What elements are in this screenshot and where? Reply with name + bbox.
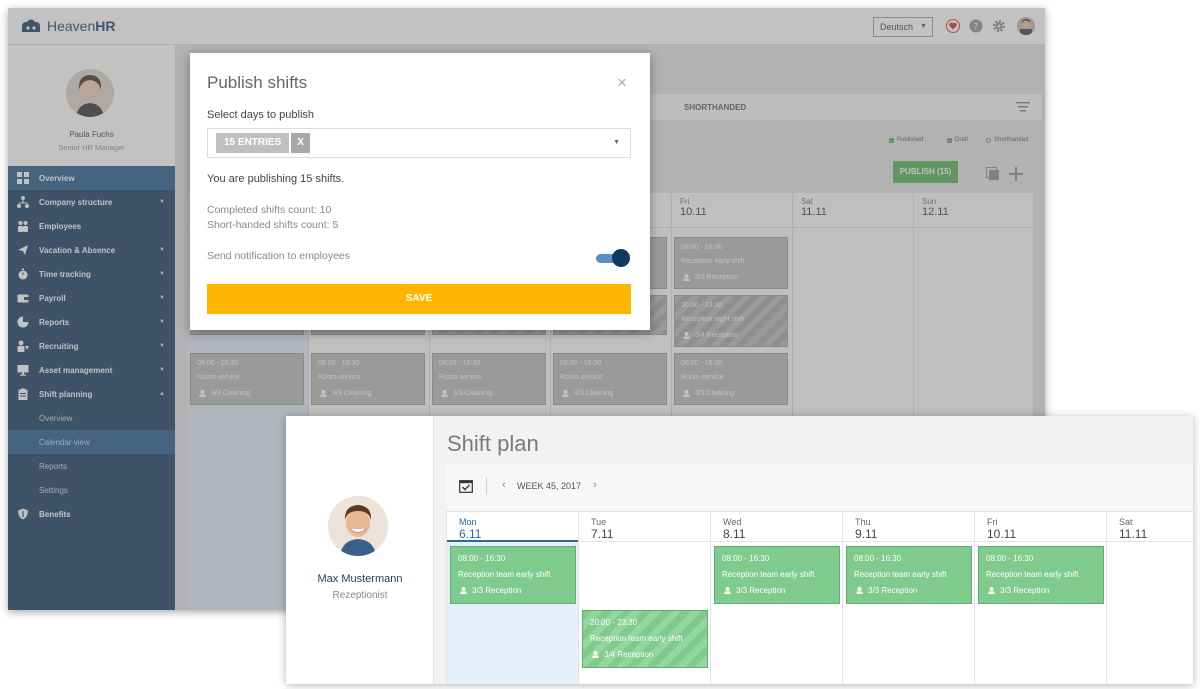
shift-count-label: 3/3 Reception — [1000, 586, 1050, 595]
shift-count: 3/3 Reception — [724, 586, 785, 595]
save-button[interactable]: SAVE — [207, 284, 631, 314]
chevron-left-icon[interactable]: ‹ — [502, 479, 506, 491]
shift-count-label: 3/4 Reception — [604, 650, 654, 659]
shift-count-label: 3/3 Reception — [472, 586, 522, 595]
day-name: Thu — [855, 517, 871, 527]
shift-plan-pane: Shift plan ‹ WEEK 45, 2017 › Mon 6.11 Tu… — [434, 416, 1193, 684]
shift-name: Reception team early shift — [722, 570, 815, 579]
person-icon — [856, 587, 863, 594]
chip-remove-button[interactable]: X — [291, 133, 310, 153]
person-icon — [988, 587, 995, 594]
day-name: Tue — [591, 517, 607, 527]
publish-info: You are publishing 15 shifts. — [207, 173, 345, 185]
person-icon — [460, 587, 467, 594]
shift-count: 3/3 Reception — [856, 586, 917, 595]
calendar-toolbar: ‹ WEEK 45, 2017 › — [446, 464, 1193, 512]
publish-shifts-dialog: Publish shifts × Select days to publish … — [190, 53, 650, 330]
shift-card[interactable]: 08:00 - 16:30 Reception team early shift… — [450, 546, 576, 604]
employee-name: Max Mustermann — [317, 573, 403, 585]
person-icon — [592, 651, 599, 658]
shorthanded-count: Short-handed shifts count: 5 — [207, 219, 339, 231]
day-name: Wed — [723, 517, 742, 527]
select-days-label: Select days to publish — [207, 109, 315, 121]
chip-label: 15 ENTRIES — [216, 133, 290, 153]
day-date: 10.11 — [987, 527, 1017, 541]
shift-time: 08:00 - 16:30 — [722, 554, 770, 563]
day-name: Sat — [1119, 517, 1133, 527]
chevron-right-icon[interactable]: › — [593, 479, 597, 491]
shift-count: 3/4 Reception — [592, 650, 653, 659]
day-date: 8.11 — [723, 527, 746, 541]
notify-toggle[interactable] — [594, 249, 630, 267]
toolbar-divider — [486, 477, 487, 495]
shift-card[interactable]: 08:00 - 16:30 Reception team early shift… — [714, 546, 840, 604]
week-label: WEEK 45, 2017 — [517, 481, 582, 491]
dialog-title: Publish shifts — [207, 73, 308, 92]
shift-count: 3/3 Reception — [460, 586, 521, 595]
shift-count: 3/3 Reception — [988, 586, 1049, 595]
shift-card[interactable]: 08:00 - 16:30 Reception team early shift… — [846, 546, 972, 604]
employee-role: Rezeptionist — [332, 590, 388, 601]
shift-name: Reception team early shift — [854, 570, 947, 579]
shift-card[interactable]: 08:00 - 16:30 Reception team early shift… — [978, 546, 1104, 604]
completed-count: Completed shifts count: 10 — [207, 204, 332, 216]
day-header: Thu 9.11 — [843, 512, 975, 542]
day-header: Fri 10.11 — [975, 512, 1107, 542]
page-title: Shift plan — [447, 431, 539, 456]
shift-count-label: 3/3 Reception — [868, 586, 918, 595]
shift-calendar: ‹ WEEK 45, 2017 › Mon 6.11 Tue 7.11 Wed — [446, 464, 1193, 684]
day-header: Mon 6.11 — [447, 512, 578, 542]
shift-name: Reception team early shift — [458, 570, 551, 579]
day-date: 9.11 — [855, 527, 878, 541]
day-header: Sat 11.11 — [1107, 512, 1193, 542]
chevron-down-icon[interactable]: ▼ — [613, 139, 620, 146]
shift-time: 08:00 - 16:30 — [458, 554, 506, 563]
toggle-knob — [612, 249, 630, 267]
shift-count-label: 3/3 Reception — [736, 586, 786, 595]
day-date: 6.11 — [459, 527, 482, 541]
shift-name: Reception team early shift — [590, 634, 683, 643]
front-window: Max Mustermann Rezeptionist Shift plan ‹… — [286, 416, 1193, 684]
employee-avatar[interactable] — [328, 496, 388, 556]
employee-profile: Max Mustermann Rezeptionist — [286, 416, 434, 684]
employee-photo — [328, 496, 388, 556]
shift-time: 20:00 - 23:30 — [590, 618, 638, 627]
day-column-sat: Sat 11.11 — [1106, 512, 1193, 684]
days-select[interactable]: 15 ENTRIES X ▼ — [207, 128, 631, 158]
person-icon — [724, 587, 731, 594]
day-date: 11.11 — [1119, 527, 1148, 541]
day-date: 7.11 — [591, 527, 614, 541]
entries-chip: 15 ENTRIES X — [216, 133, 310, 153]
shift-time: 08:00 - 16:30 — [986, 554, 1034, 563]
notify-label: Send notification to employees — [207, 250, 351, 262]
close-icon[interactable]: × — [617, 73, 627, 93]
shift-name: Reception team early shift — [986, 570, 1079, 579]
day-header: Wed 8.11 — [711, 512, 843, 542]
day-header: Tue 7.11 — [579, 512, 711, 542]
day-name: Mon — [459, 517, 477, 527]
shift-card[interactable]: 20:00 - 23:30 Reception team early shift… — [582, 610, 708, 668]
calendar-check-icon[interactable] — [459, 479, 473, 493]
day-name: Fri — [987, 517, 998, 527]
shift-time: 08:00 - 16:30 — [854, 554, 902, 563]
